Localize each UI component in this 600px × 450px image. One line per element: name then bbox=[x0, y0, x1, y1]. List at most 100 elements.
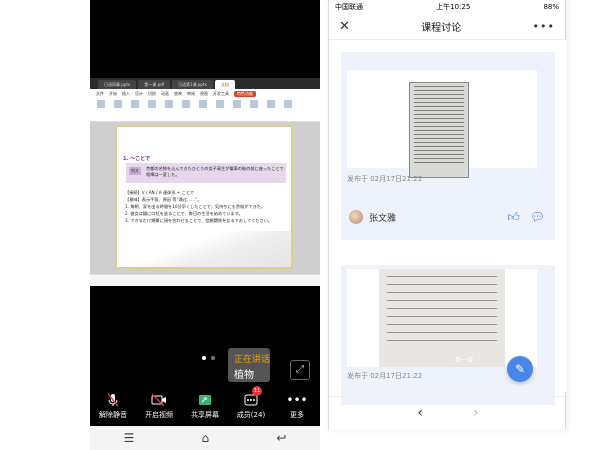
menu-icon[interactable]: ☰ bbox=[124, 431, 135, 445]
doc-tab[interactable]: 第一课.pdf bbox=[138, 80, 171, 89]
author-name: 张文雅 bbox=[369, 213, 397, 224]
slide-body: 【接続】V / AN / A 連体形 + ことで 【意味】表示手段、原因 等"通… bbox=[125, 189, 285, 224]
comment-icon[interactable]: 💬︎ bbox=[530, 210, 545, 225]
ribbon-button[interactable] bbox=[179, 100, 193, 118]
ribbon-button[interactable] bbox=[196, 100, 210, 118]
video-area-top bbox=[90, 0, 320, 78]
ribbon-button[interactable] bbox=[94, 100, 108, 118]
members-label: 成员(24) bbox=[236, 411, 266, 419]
page-indicator bbox=[202, 356, 215, 360]
more-icon: ••• bbox=[286, 393, 308, 407]
status-bar: 中国联通 上午10:25 88% bbox=[329, 0, 565, 14]
doc-tab[interactable]: 日语第1课.pptx bbox=[172, 80, 213, 89]
menu-item[interactable]: 动画 bbox=[161, 91, 169, 97]
fullscreen-icon[interactable]: ⤢ bbox=[290, 360, 310, 380]
doc-tab[interactable]: 日语同事.pptx bbox=[98, 80, 137, 89]
like-icon[interactable]: 👍︎ bbox=[507, 210, 520, 225]
avatar[interactable] bbox=[349, 210, 363, 224]
battery-text: 88% bbox=[543, 3, 559, 11]
ribbon-icon bbox=[97, 100, 105, 108]
post-image[interactable]: 第一课 bbox=[379, 269, 505, 367]
share-screen-label: 共享屏幕 bbox=[191, 411, 219, 419]
ribbon-button[interactable] bbox=[128, 100, 142, 118]
meeting-screen: 日语同事.pptx 第一课.pdf 日语第1课.pptx 文档 文件 开始 插入… bbox=[90, 0, 320, 450]
ribbon-button[interactable] bbox=[264, 100, 278, 118]
back-icon[interactable]: ↩ bbox=[276, 431, 286, 445]
unmute-button[interactable]: 解除静音 bbox=[90, 386, 136, 426]
post-card[interactable]: 第一课 发布于 02月17日21:22 bbox=[341, 265, 555, 405]
menu-item-active[interactable]: 特色功能 bbox=[234, 90, 256, 97]
page-dot-active bbox=[202, 356, 206, 360]
example-box: 例文 京都の名物を込んできたひとりの女子高生が電車の駅の前に座ったことで喧嘩は一… bbox=[126, 163, 286, 183]
menu-item[interactable]: 审阅 bbox=[187, 91, 195, 97]
more-options-icon[interactable]: ••• bbox=[533, 20, 555, 33]
ribbon-button[interactable] bbox=[213, 100, 227, 118]
start-video-button[interactable]: 开启视频 bbox=[136, 386, 182, 426]
speaker-name: 植物 bbox=[234, 370, 254, 381]
mic-muted-icon bbox=[105, 393, 121, 407]
ribbon-button[interactable] bbox=[111, 100, 125, 118]
post-author[interactable]: 张文雅 bbox=[349, 210, 396, 224]
ribbon-toolbar bbox=[90, 98, 320, 122]
menu-item[interactable]: 设计 bbox=[135, 91, 143, 97]
document-status-bar bbox=[90, 274, 320, 286]
menu-item[interactable]: 切换 bbox=[148, 91, 156, 97]
meeting-toolbar: 解除静音 开启视频 共享屏幕 11 成员(24) ••• 更多 bbox=[90, 386, 320, 426]
ribbon-icon bbox=[182, 100, 190, 108]
more-label: 更多 bbox=[290, 411, 304, 419]
menu-item[interactable]: 开始 bbox=[109, 91, 117, 97]
ribbon-button[interactable] bbox=[281, 100, 295, 118]
speaking-tooltip: 正在讲话 植物 bbox=[228, 348, 270, 382]
compose-button[interactable]: ✎ bbox=[507, 356, 533, 382]
ribbon-button[interactable] bbox=[145, 100, 159, 118]
page-title: 课程讨论 bbox=[421, 23, 462, 34]
ribbon-icon bbox=[148, 100, 156, 108]
slide-line: 1. 毎朝、家を出る時間を10分早くしたことで、気持ちにも余裕ができた。 bbox=[125, 204, 266, 209]
ribbon-icon bbox=[267, 100, 275, 108]
discussion-list: 发布于 02月17日21:22 张文雅 👍︎ 💬︎ 第一课 发布于 02月17日… bbox=[329, 40, 567, 405]
system-nav-bar: ☰ ⌂ ↩ bbox=[90, 426, 320, 450]
members-badge: 11 bbox=[252, 386, 262, 396]
menu-item[interactable]: 文件 bbox=[96, 91, 104, 97]
page-dot bbox=[211, 356, 215, 360]
menu-item[interactable]: 开发工具 bbox=[213, 91, 229, 97]
image-slide-label: 第一课 bbox=[455, 357, 474, 364]
slide-line: 【接続】V / AN / A 連体形 + ことで bbox=[125, 190, 195, 195]
start-video-label: 开启视频 bbox=[145, 411, 173, 419]
ribbon-button[interactable] bbox=[230, 100, 244, 118]
browser-nav: ‹ › bbox=[329, 396, 567, 428]
menu-item[interactable]: 视图 bbox=[200, 91, 208, 97]
camera-off-icon bbox=[151, 393, 167, 407]
phone-screen: 中国联通 上午10:25 88% ✕ 课程讨论 ••• 发布于 02月17日21… bbox=[328, 0, 567, 430]
menu-item[interactable]: 插入 bbox=[122, 91, 130, 97]
post-image[interactable] bbox=[409, 82, 469, 178]
doc-tab-active[interactable]: 文档 bbox=[214, 80, 235, 89]
share-screen-button[interactable]: 共享屏幕 bbox=[182, 386, 228, 426]
members-button[interactable]: 11 成员(24) bbox=[228, 386, 274, 426]
more-button[interactable]: ••• 更多 bbox=[274, 386, 320, 426]
ribbon-icon bbox=[216, 100, 224, 108]
post-timestamp: 发布于 02月17日21:22 bbox=[347, 372, 423, 380]
slide: 1. ～ことで 例文 京都の名物を込んできたひとりの女子高生が電車の駅の前に座っ… bbox=[115, 125, 293, 269]
ribbon-button[interactable] bbox=[247, 100, 261, 118]
forward-arrow-icon[interactable]: › bbox=[473, 405, 479, 421]
speaking-label: 正在讲话 bbox=[234, 355, 271, 365]
example-text: 京都の名物を込んできたひとりの女子高生が電車の駅の前に座ったことで喧嘩は一変した… bbox=[146, 166, 284, 177]
slide-title: 1. ～ことで bbox=[123, 156, 150, 162]
ribbon-button[interactable] bbox=[162, 100, 176, 118]
post-card[interactable]: 发布于 02月17日21:22 张文雅 👍︎ 💬︎ bbox=[341, 52, 555, 240]
shared-document-window: 日语同事.pptx 第一课.pdf 日语第1课.pptx 文档 文件 开始 插入… bbox=[90, 78, 320, 286]
close-icon[interactable]: ✕ bbox=[339, 19, 350, 34]
menu-item[interactable]: 放映 bbox=[174, 91, 182, 97]
time-text: 上午10:25 bbox=[436, 3, 471, 11]
example-tag: 例文 bbox=[129, 167, 141, 175]
carrier-text: 中国联通 bbox=[335, 3, 363, 11]
back-arrow-icon[interactable]: ‹ bbox=[417, 405, 423, 421]
slide-line: 【意味】表示手段、原因 等"通过……"。 bbox=[125, 197, 202, 202]
post-image-frame bbox=[347, 70, 537, 178]
home-icon[interactable]: ⌂ bbox=[202, 431, 210, 445]
slide-decoration bbox=[117, 231, 291, 267]
slide-canvas: 1. ～ことで 例文 京都の名物を込んできたひとりの女子高生が電車の駅の前に座っ… bbox=[90, 122, 320, 274]
ribbon-menu: 文件 开始 插入 设计 切换 动画 放映 审阅 视图 开发工具 特色功能 bbox=[90, 89, 320, 98]
ribbon-icon bbox=[165, 100, 173, 108]
